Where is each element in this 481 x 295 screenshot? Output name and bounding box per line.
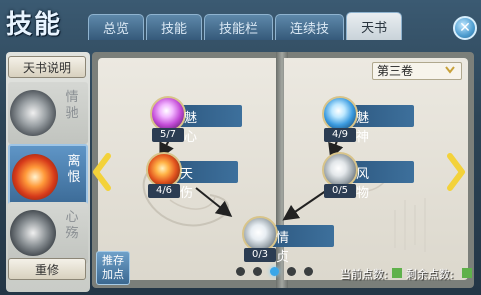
magic-heart-icon <box>150 96 186 132</box>
feather-icon <box>242 216 278 252</box>
skill-tianshang-name: 天伤 <box>180 167 194 201</box>
current-points-label: 当前点数: <box>340 268 388 281</box>
page-dot[interactable] <box>236 267 245 276</box>
page-dot-active[interactable] <box>270 267 279 276</box>
page-dot[interactable] <box>287 267 296 276</box>
remaining-points-label: 剩余点数: <box>406 268 454 281</box>
page-dot[interactable] <box>304 267 313 276</box>
wind-icon <box>322 152 358 188</box>
skill-connectors <box>159 137 344 221</box>
page-dot[interactable] <box>253 267 262 276</box>
skill-fengwu-name: 风物 <box>356 167 370 201</box>
fire-wound-icon <box>146 152 182 188</box>
page-indicator <box>236 267 313 276</box>
skill-tianshang-count: 4/6 <box>148 184 180 198</box>
skill-meixin-count: 5/7 <box>152 128 184 142</box>
skill-qingzhen-count: 0/3 <box>244 248 276 262</box>
skill-fengwu-count: 0/5 <box>324 184 356 198</box>
water-spirit-icon <box>322 96 358 132</box>
skill-meixin-name: 魅心 <box>184 111 198 145</box>
skill-qingzhen-name: 情贞 <box>276 231 290 265</box>
skill-meishen-name: 魅神 <box>356 111 370 145</box>
skill-window: 技能 总览 技能 技能栏 连续技 天书 ✕ 天书说明 情驰 离恨 心殇 重修 推… <box>0 0 481 295</box>
remaining-points-value-swatch <box>462 268 472 278</box>
skill-meishen-count: 4/9 <box>324 128 356 142</box>
current-points-value-swatch <box>392 268 402 278</box>
